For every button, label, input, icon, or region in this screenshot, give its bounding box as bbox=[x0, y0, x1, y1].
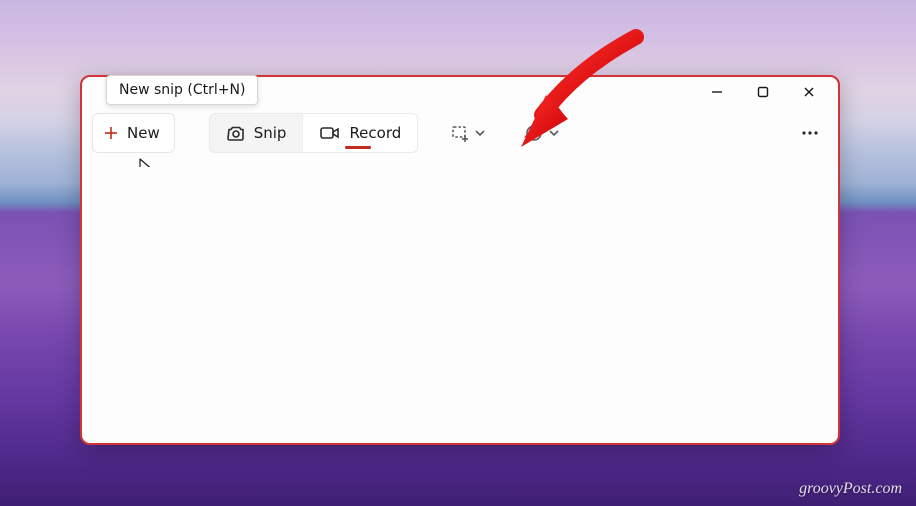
more-options-button[interactable] bbox=[792, 115, 826, 151]
tab-snip-label: Snip bbox=[254, 124, 287, 142]
chevron-down-icon bbox=[474, 127, 486, 139]
clock-icon bbox=[524, 123, 544, 143]
minimize-button[interactable] bbox=[694, 78, 740, 106]
mode-segmented-control: Snip Record bbox=[209, 113, 419, 153]
close-button[interactable] bbox=[786, 78, 832, 106]
snipping-tool-window: New snip (Ctrl+N) New bbox=[80, 75, 840, 445]
video-camera-icon bbox=[319, 123, 341, 143]
rectangle-snip-icon bbox=[450, 123, 470, 143]
tooltip-text: New snip (Ctrl+N) bbox=[119, 82, 245, 98]
delay-dropdown[interactable] bbox=[516, 115, 566, 151]
more-horizontal-icon bbox=[800, 123, 820, 143]
new-button-label: New bbox=[127, 124, 160, 142]
maximize-button[interactable] bbox=[740, 78, 786, 106]
tab-snip[interactable]: Snip bbox=[210, 114, 303, 152]
new-button[interactable]: New bbox=[92, 113, 175, 153]
watermark-text: groovyPost.com bbox=[799, 480, 902, 498]
empty-canvas bbox=[90, 167, 830, 435]
plus-icon bbox=[103, 125, 119, 141]
toolbar: New snip (Ctrl+N) New bbox=[82, 107, 838, 161]
tab-record-label: Record bbox=[349, 124, 401, 142]
chevron-down-icon bbox=[548, 127, 560, 139]
camera-icon bbox=[226, 123, 246, 143]
snip-shape-dropdown[interactable] bbox=[442, 115, 492, 151]
tab-record[interactable]: Record bbox=[302, 114, 417, 152]
desktop-wallpaper: New snip (Ctrl+N) New bbox=[0, 0, 916, 506]
tooltip-new-snip: New snip (Ctrl+N) bbox=[106, 75, 258, 105]
